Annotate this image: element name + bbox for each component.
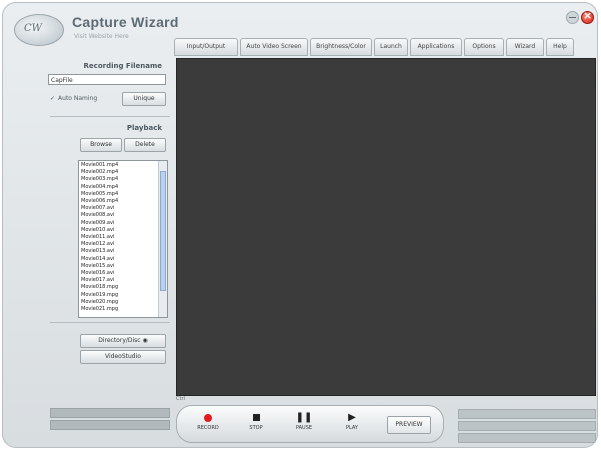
tab-brightness-color[interactable]: Brightness/Color: [310, 38, 372, 56]
record-label: RECORD: [197, 425, 219, 431]
disc-icon: ◉: [142, 337, 148, 344]
stop-label: STOP: [249, 425, 263, 431]
app-window: CW Capture Wizard Visit Website Here Inp…: [2, 2, 598, 448]
tab-applications[interactable]: Applications: [410, 38, 462, 56]
file-list-item[interactable]: Movie005.mp4: [81, 191, 157, 198]
divider: [50, 322, 170, 323]
file-list-item[interactable]: Movie003.mp4: [81, 176, 157, 183]
directory-disc-button[interactable]: Directory/Disc ◉: [80, 334, 166, 348]
preview-button[interactable]: PREVIEW: [387, 416, 431, 434]
transport-controls: RECORD STOP ❚❚ PAUSE ▶ PLAY PREVIEW: [176, 405, 444, 443]
tab-auto-video-screen[interactable]: Auto Video Screen: [240, 38, 308, 56]
record-icon: [204, 414, 212, 422]
play-icon: ▶: [348, 412, 356, 423]
file-list-item[interactable]: Movie021.mpg: [81, 306, 157, 313]
file-list-item[interactable]: Movie004.mp4: [81, 184, 157, 191]
logo-text: CW: [24, 23, 42, 34]
file-list-scrollbar[interactable]: [158, 161, 167, 317]
unique-button[interactable]: Unique: [122, 92, 166, 106]
file-list-item[interactable]: Movie016.avi: [81, 270, 157, 277]
filename-input[interactable]: CapFile: [48, 74, 166, 85]
file-list-item[interactable]: Movie017.avi: [81, 277, 157, 284]
info-bar: [458, 409, 596, 419]
tab-bar: Input/Output Auto Video Screen Brightnes…: [174, 38, 594, 56]
file-list-item[interactable]: Movie011.avi: [81, 234, 157, 241]
status-slot: [50, 420, 170, 430]
pause-icon: ❚❚: [295, 412, 313, 423]
controls-label: Ctrl: [176, 396, 185, 402]
record-button[interactable]: RECORD: [191, 411, 225, 437]
info-bar: [458, 433, 596, 443]
directory-disc-label: Directory/Disc: [98, 337, 141, 344]
file-list-item[interactable]: Movie001.mp4: [81, 162, 157, 169]
file-list-item[interactable]: Movie006.mp4: [81, 198, 157, 205]
delete-button[interactable]: Delete: [124, 138, 166, 152]
file-list-item[interactable]: Movie019.mpg: [81, 292, 157, 299]
stop-button[interactable]: STOP: [239, 411, 273, 437]
tab-options[interactable]: Options: [464, 38, 504, 56]
browse-button[interactable]: Browse: [80, 138, 122, 152]
file-list-item[interactable]: Movie014.avi: [81, 256, 157, 263]
app-title: Capture Wizard: [72, 14, 179, 30]
auto-naming-checkbox[interactable]: ✓ Auto Naming: [50, 95, 97, 102]
file-list-item[interactable]: Movie002.mp4: [81, 169, 157, 176]
auto-naming-label: Auto Naming: [58, 95, 98, 102]
check-icon: ✓: [50, 95, 56, 102]
status-slot: [50, 408, 170, 418]
video-studio-button[interactable]: VideoStudio: [80, 350, 166, 364]
scroll-thumb[interactable]: [160, 171, 166, 291]
file-list-item[interactable]: Movie013.avi: [81, 248, 157, 255]
recording-filename-title: Recording Filename: [83, 62, 162, 70]
playback-title: Playback: [126, 124, 162, 132]
file-list-item[interactable]: Movie020.mpg: [81, 299, 157, 306]
file-list-item[interactable]: Movie012.avi: [81, 241, 157, 248]
minimize-icon[interactable]: [566, 11, 579, 24]
divider: [50, 116, 170, 117]
play-button[interactable]: ▶ PLAY: [335, 411, 369, 437]
logo: CW: [14, 14, 64, 46]
file-list-item[interactable]: Movie015.avi: [81, 263, 157, 270]
stop-icon: [252, 414, 260, 421]
tab-input-output[interactable]: Input/Output: [174, 38, 238, 56]
info-bar: [458, 421, 596, 431]
file-list-item[interactable]: Movie010.avi: [81, 227, 157, 234]
close-icon[interactable]: [581, 9, 594, 24]
video-preview-area: [176, 58, 596, 396]
pause-label: PAUSE: [295, 425, 313, 431]
play-label: PLAY: [345, 425, 358, 431]
pause-button[interactable]: ❚❚ PAUSE: [287, 411, 321, 437]
tab-wizard[interactable]: Wizard: [506, 38, 544, 56]
file-list-item[interactable]: Movie008.avi: [81, 212, 157, 219]
tab-launch[interactable]: Launch: [374, 38, 408, 56]
app-subtitle[interactable]: Visit Website Here: [74, 33, 129, 40]
file-list-item[interactable]: Movie018.mpg: [81, 284, 157, 291]
playback-file-list[interactable]: Movie001.mp4 Movie002.mp4 Movie003.mp4 Movi…: [78, 160, 168, 318]
file-list-item[interactable]: Movie007.avi: [81, 205, 157, 212]
tab-help[interactable]: Help: [546, 38, 574, 56]
file-list: Movie001.mp4 Movie002.mp4 Movie003.mp4 Movi…: [79, 161, 157, 313]
file-list-item[interactable]: Movie009.avi: [81, 220, 157, 227]
